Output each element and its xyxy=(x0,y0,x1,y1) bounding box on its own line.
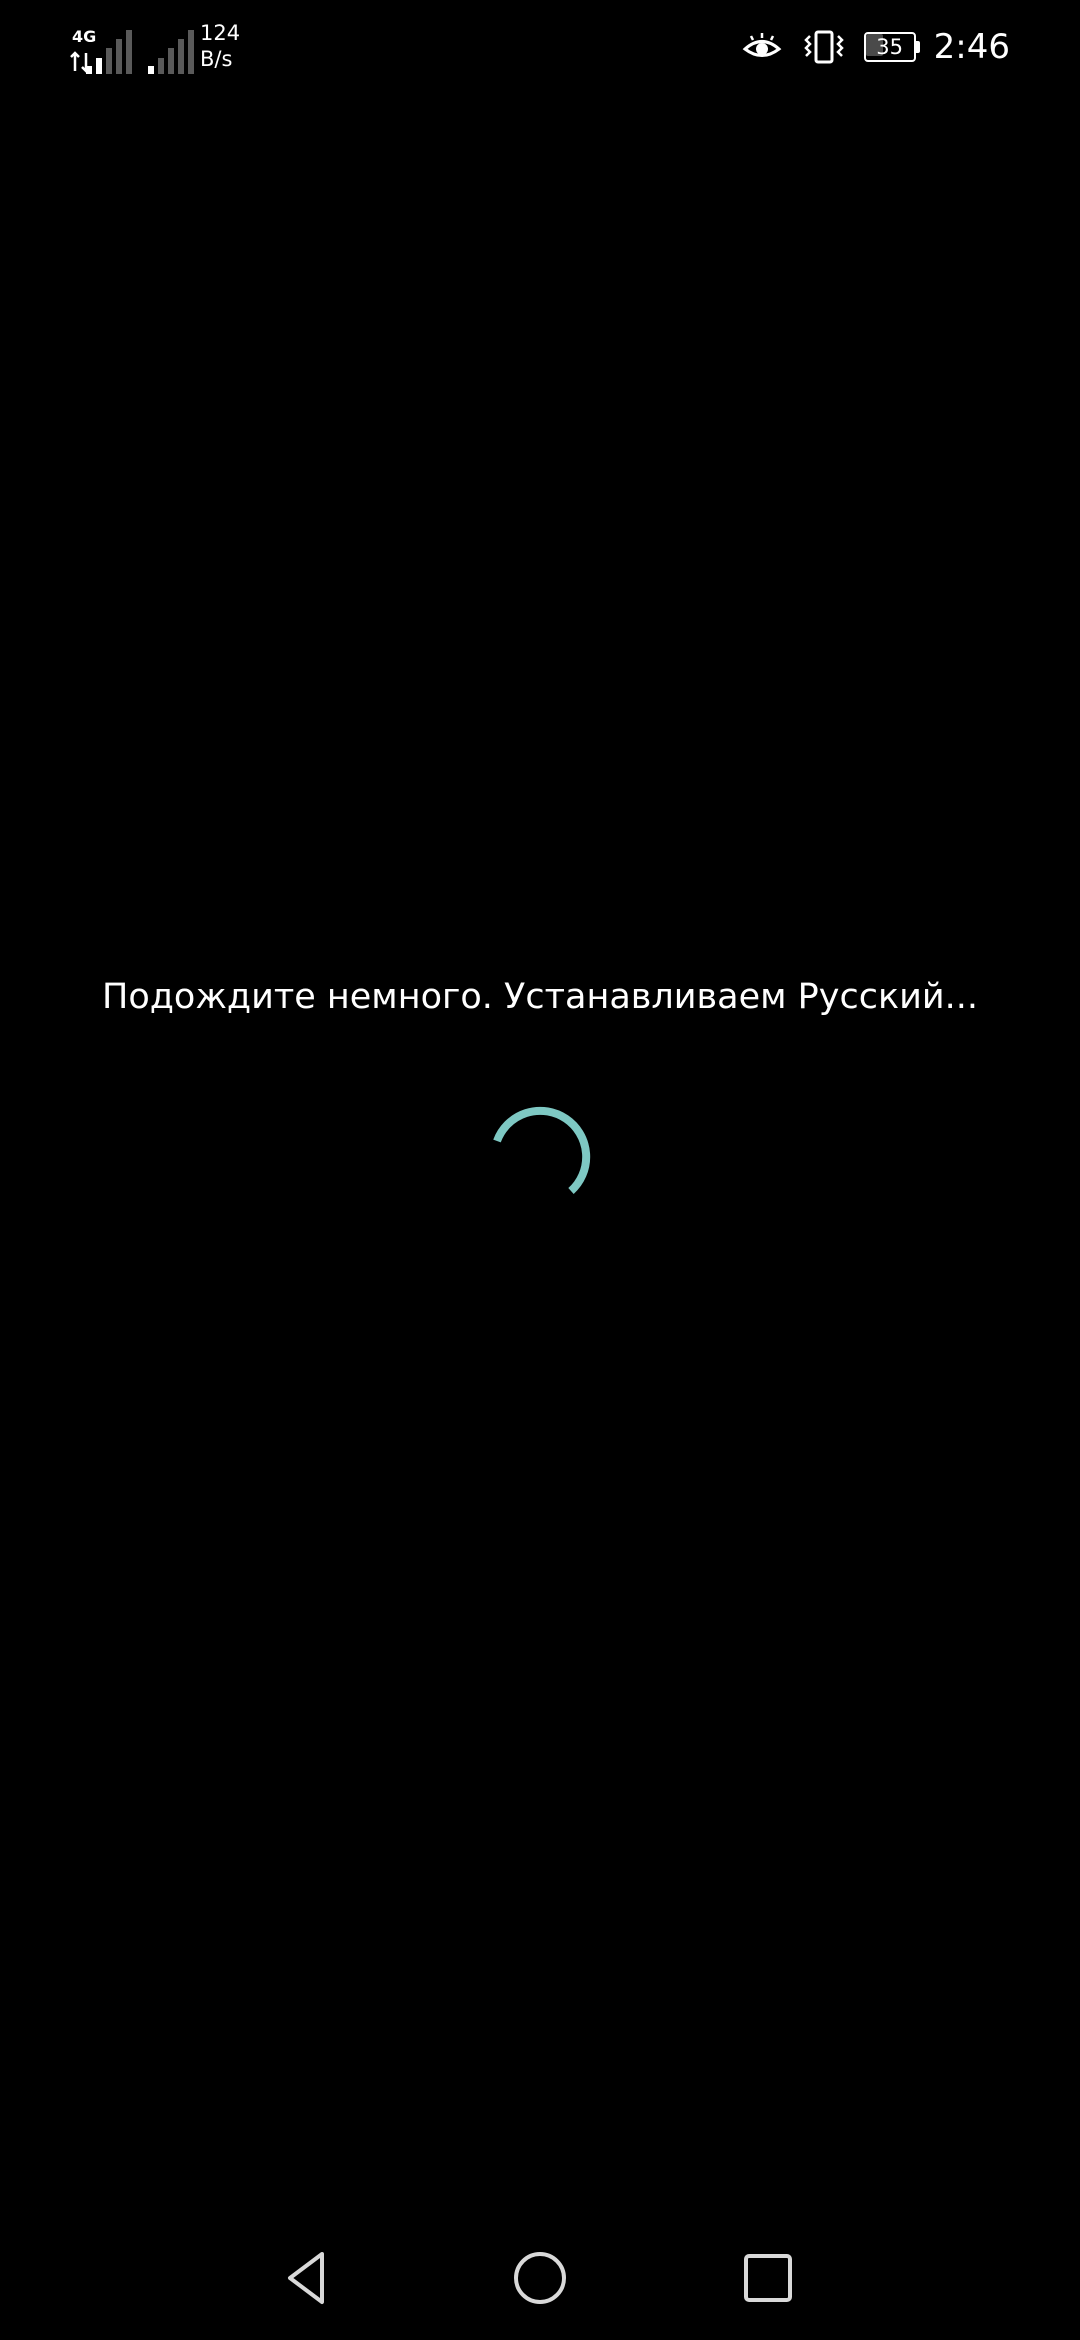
status-bar-right: 35 2:46 xyxy=(742,22,1010,72)
network-speed-unit: B/s xyxy=(200,47,233,71)
back-button[interactable] xyxy=(248,2218,368,2338)
eye-icon xyxy=(742,33,782,57)
cellular-signal-icon xyxy=(148,30,194,74)
back-triangle-icon xyxy=(288,2252,324,2304)
network-speed: 124 B/s xyxy=(200,20,280,72)
status-bar: 4G 124 B/s 35 2:46 xyxy=(0,0,1080,96)
clock: 2:46 xyxy=(933,27,1010,67)
loading-message: Подождите немного. Устанавливаем Русский… xyxy=(102,977,978,1017)
vibrate-icon xyxy=(803,30,844,64)
cellular-signal-icon xyxy=(86,30,132,74)
recents-button[interactable] xyxy=(708,2218,828,2338)
screen: 4G 124 B/s 35 2:46 Подождите немного. Ус… xyxy=(0,0,1080,2340)
home-button[interactable] xyxy=(480,2218,600,2338)
navigation-bar xyxy=(0,2218,1080,2340)
battery-level: 35 xyxy=(876,35,903,59)
loading-spinner-icon xyxy=(493,1106,591,1194)
battery-tip xyxy=(915,41,920,53)
battery-icon: 35 xyxy=(863,32,920,62)
status-bar-left: 4G 124 B/s xyxy=(68,18,240,78)
home-circle-icon xyxy=(514,2252,566,2304)
recents-square-icon xyxy=(744,2254,792,2302)
network-speed-value: 124 xyxy=(200,21,241,45)
